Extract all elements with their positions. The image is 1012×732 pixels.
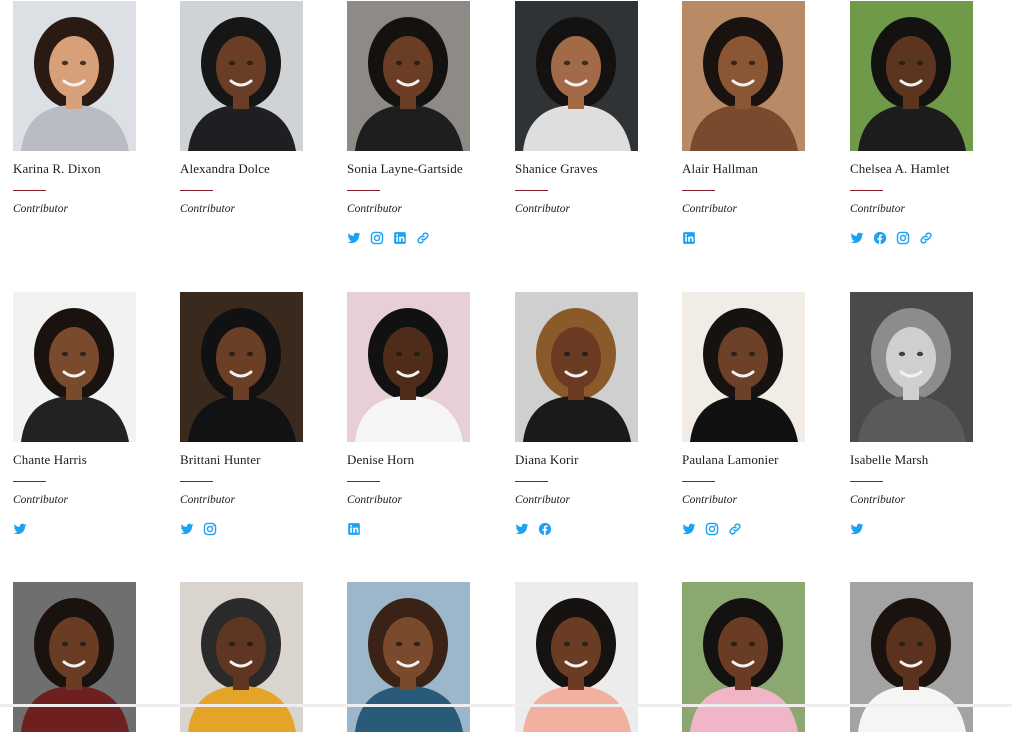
contributor-photo[interactable] bbox=[682, 582, 805, 732]
facebook-icon[interactable] bbox=[538, 522, 552, 536]
contributor-role: Contributor bbox=[515, 494, 570, 506]
name-divider bbox=[682, 190, 715, 191]
contributor-role: Contributor bbox=[515, 203, 570, 215]
social-links bbox=[850, 522, 864, 536]
contributor-name[interactable]: Alair Hallman bbox=[682, 161, 758, 177]
name-divider bbox=[515, 481, 548, 482]
contributor-photo[interactable] bbox=[682, 292, 805, 442]
contributor-role: Contributor bbox=[850, 203, 905, 215]
contributor-role: Contributor bbox=[682, 494, 737, 506]
contributor-role: Contributor bbox=[13, 203, 68, 215]
name-divider bbox=[180, 190, 213, 191]
link-icon[interactable] bbox=[416, 231, 430, 245]
instagram-icon[interactable] bbox=[896, 231, 910, 245]
social-links bbox=[682, 231, 696, 245]
contributor-name[interactable]: Denise Horn bbox=[347, 452, 414, 468]
link-icon[interactable] bbox=[919, 231, 933, 245]
contributor-photo[interactable] bbox=[180, 582, 303, 732]
facebook-icon[interactable] bbox=[873, 231, 887, 245]
twitter-icon[interactable] bbox=[682, 522, 696, 536]
twitter-icon[interactable] bbox=[515, 522, 529, 536]
linkedin-icon[interactable] bbox=[347, 522, 361, 536]
name-divider bbox=[13, 481, 46, 482]
contributor-name[interactable]: Sonia Layne-Gartside bbox=[347, 161, 463, 177]
contributor-name[interactable]: Brittani Hunter bbox=[180, 452, 261, 468]
contributor-role: Contributor bbox=[180, 494, 235, 506]
contributor-photo[interactable] bbox=[515, 1, 638, 151]
social-links bbox=[850, 231, 933, 245]
social-links bbox=[347, 231, 430, 245]
instagram-icon[interactable] bbox=[370, 231, 384, 245]
contributor-photo[interactable] bbox=[850, 1, 973, 151]
social-links bbox=[180, 522, 217, 536]
contributor-photo[interactable] bbox=[850, 582, 973, 732]
twitter-icon[interactable] bbox=[850, 522, 864, 536]
name-divider bbox=[13, 190, 46, 191]
contributor-photo[interactable] bbox=[347, 582, 470, 732]
contributor-role: Contributor bbox=[13, 494, 68, 506]
instagram-icon[interactable] bbox=[705, 522, 719, 536]
contributor-name[interactable]: Diana Korir bbox=[515, 452, 579, 468]
contributor-role: Contributor bbox=[180, 203, 235, 215]
twitter-icon[interactable] bbox=[850, 231, 864, 245]
contributor-photo[interactable] bbox=[13, 292, 136, 442]
linkedin-icon[interactable] bbox=[393, 231, 407, 245]
contributor-photo[interactable] bbox=[13, 1, 136, 151]
name-divider bbox=[850, 481, 883, 482]
contributor-role: Contributor bbox=[682, 203, 737, 215]
contributor-name[interactable]: Alexandra Dolce bbox=[180, 161, 270, 177]
social-links bbox=[13, 522, 27, 536]
contributor-role: Contributor bbox=[347, 494, 402, 506]
link-icon[interactable] bbox=[728, 522, 742, 536]
contributor-name[interactable]: Paulana Lamonier bbox=[682, 452, 779, 468]
contributor-name[interactable]: Chelsea A. Hamlet bbox=[850, 161, 950, 177]
social-links bbox=[682, 522, 742, 536]
social-links bbox=[515, 522, 552, 536]
name-divider bbox=[347, 481, 380, 482]
contributor-photo[interactable] bbox=[850, 292, 973, 442]
name-divider bbox=[515, 190, 548, 191]
contributor-name[interactable]: Chante Harris bbox=[13, 452, 87, 468]
contributor-photo[interactable] bbox=[180, 1, 303, 151]
contributor-photo[interactable] bbox=[347, 1, 470, 151]
contributor-photo[interactable] bbox=[682, 1, 805, 151]
contributor-role: Contributor bbox=[850, 494, 905, 506]
contributor-name[interactable]: Isabelle Marsh bbox=[850, 452, 928, 468]
name-divider bbox=[850, 190, 883, 191]
name-divider bbox=[347, 190, 380, 191]
contributor-photo[interactable] bbox=[515, 292, 638, 442]
contributor-photo[interactable] bbox=[347, 292, 470, 442]
contributor-photo[interactable] bbox=[13, 582, 136, 732]
social-links bbox=[347, 522, 361, 536]
instagram-icon[interactable] bbox=[203, 522, 217, 536]
contributor-name[interactable]: Shanice Graves bbox=[515, 161, 598, 177]
linkedin-icon[interactable] bbox=[682, 231, 696, 245]
contributor-role: Contributor bbox=[347, 203, 402, 215]
contributor-photo[interactable] bbox=[180, 292, 303, 442]
contributor-name[interactable]: Karina R. Dixon bbox=[13, 161, 101, 177]
twitter-icon[interactable] bbox=[180, 522, 194, 536]
twitter-icon[interactable] bbox=[13, 522, 27, 536]
twitter-icon[interactable] bbox=[347, 231, 361, 245]
name-divider bbox=[180, 481, 213, 482]
contributor-photo[interactable] bbox=[515, 582, 638, 732]
name-divider bbox=[682, 481, 715, 482]
